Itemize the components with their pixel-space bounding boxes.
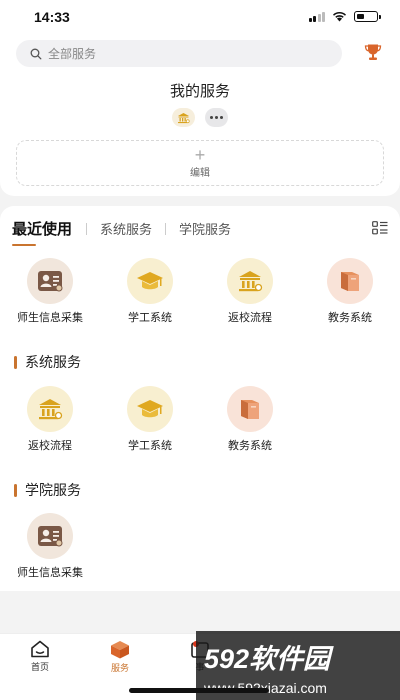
system-services: 返校流程 学工系统 教务系统: [0, 386, 400, 456]
service-item[interactable]: 教务系统: [200, 386, 300, 453]
book-icon: [227, 386, 273, 432]
service-item[interactable]: 学工系统: [100, 258, 200, 325]
section-title: 学院服务: [25, 482, 81, 498]
watermark-logo: 592软件园: [204, 644, 331, 674]
graduation-cap-icon: [127, 258, 173, 304]
my-services-shortcuts: [0, 108, 400, 127]
service-label: 返校流程: [28, 440, 72, 452]
person-card-icon: [27, 513, 73, 559]
nav-label: 首页: [30, 662, 49, 672]
service-item[interactable]: 师生信息采集: [0, 513, 100, 580]
edit-label: 编辑: [190, 167, 210, 179]
signal-icon: [308, 11, 325, 22]
service-item[interactable]: 师生信息采集: [0, 258, 100, 325]
nav-services[interactable]: 服务: [90, 640, 150, 674]
section-title: 系统服务: [25, 354, 81, 370]
search-input[interactable]: 全部服务: [16, 40, 342, 67]
service-label: 师生信息采集: [17, 567, 83, 579]
more-icon[interactable]: [205, 108, 228, 127]
tab-system[interactable]: 系统服务: [100, 219, 152, 238]
trophy-icon[interactable]: [364, 43, 382, 61]
system-section-header: 系统服务: [14, 352, 81, 372]
battery-icon: [354, 11, 381, 22]
search-icon: [30, 48, 42, 59]
cube-icon: [111, 641, 129, 659]
service-item[interactable]: 返校流程: [200, 258, 300, 325]
nav-home[interactable]: 首页: [10, 640, 70, 673]
service-label: 返校流程: [228, 312, 272, 324]
section-marker: [14, 355, 17, 369]
tab-divider: [165, 222, 167, 235]
edit-button[interactable]: + 编辑: [16, 140, 384, 186]
service-item[interactable]: 教务系统: [300, 258, 400, 325]
building-icon: [227, 258, 273, 304]
shortcut-building-icon[interactable]: [172, 108, 195, 127]
recent-services: 师生信息采集 学工系统 返校流程 教务系统: [0, 258, 400, 328]
status-icons: [308, 11, 381, 22]
book-icon: [327, 258, 373, 304]
home-indicator[interactable]: [129, 688, 269, 693]
tab-divider: [86, 222, 88, 235]
service-label: 学工系统: [128, 312, 172, 324]
service-item[interactable]: 返校流程: [0, 386, 100, 453]
search-placeholder: 全部服务: [48, 47, 97, 61]
service-label: 教务系统: [328, 312, 372, 324]
tab-college[interactable]: 学院服务: [179, 219, 231, 238]
graduation-cap-icon: [127, 386, 173, 432]
home-icon: [31, 640, 49, 658]
building-icon: [27, 386, 73, 432]
services-card: 最近使用 系统服务 学院服务 师生信息采集 学工系统 返校流程 教务系统 系统服…: [0, 206, 400, 591]
status-bar: 14:33: [0, 0, 400, 34]
section-marker: [14, 483, 17, 497]
plus-icon: +: [194, 144, 206, 165]
service-label: 教务系统: [228, 440, 272, 452]
tab-recent[interactable]: 最近使用: [12, 218, 72, 246]
college-services: 师生信息采集: [0, 513, 400, 583]
service-label: 学工系统: [128, 440, 172, 452]
service-item[interactable]: 学工系统: [100, 386, 200, 453]
wifi-icon: [333, 12, 346, 22]
person-card-icon: [27, 258, 73, 304]
list-view-icon[interactable]: [372, 221, 388, 235]
top-panel: 全部服务 我的服务 + 编辑: [0, 34, 400, 196]
service-label: 师生信息采集: [17, 312, 83, 324]
status-time: 14:33: [34, 9, 70, 25]
nav-label: 服务: [110, 663, 129, 673]
service-tabs: 最近使用 系统服务 学院服务: [12, 218, 231, 246]
college-section-header: 学院服务: [14, 480, 81, 500]
my-services-title: 我的服务: [169, 83, 230, 100]
